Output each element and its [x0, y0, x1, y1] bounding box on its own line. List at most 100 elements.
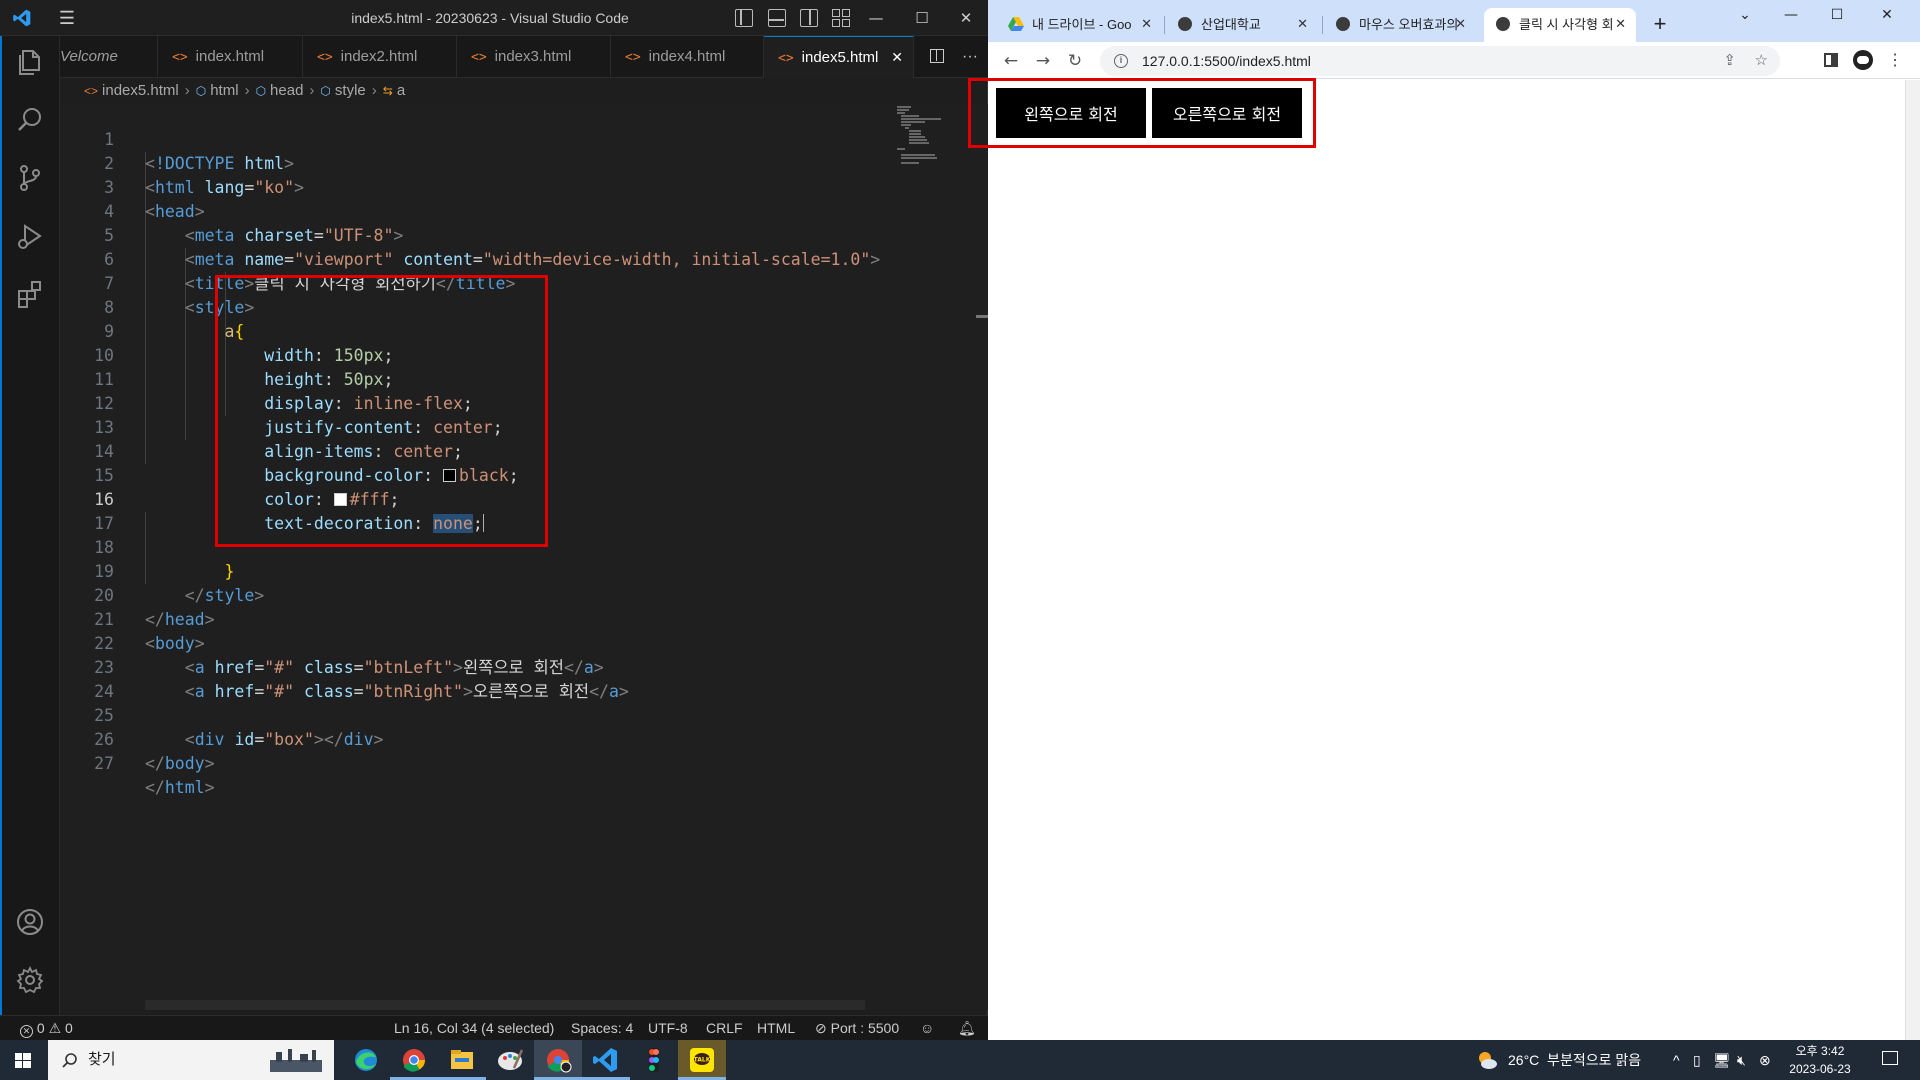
address-bar[interactable]: i 127.0.0.1:5500/index5.html ⇪ ☆: [1100, 46, 1780, 76]
weather-text[interactable]: 26°C 부분적으로 맑음: [1508, 1040, 1641, 1080]
breadcrumb-item[interactable]: a: [397, 82, 405, 99]
chrome-tab[interactable]: 산업대학교 ✕: [1166, 8, 1318, 42]
tab-search-chevron-icon[interactable]: ⌄: [1722, 0, 1768, 30]
vscode-window: ☰ index5.html - 20230623 - Visual Studio…: [0, 0, 988, 1040]
edge-icon[interactable]: [342, 1040, 390, 1080]
no-entry-icon: ⊘: [815, 1020, 827, 1036]
reload-icon[interactable]: ↻: [1060, 46, 1090, 76]
code-line: 25 <div id="box"></div>: [60, 680, 960, 749]
breadcrumb-item[interactable]: style: [335, 82, 366, 99]
kakaotalk-icon[interactable]: TALK: [678, 1040, 726, 1080]
taskbar-search-box[interactable]: 찾기: [48, 1040, 334, 1080]
menu-icon[interactable]: ☰: [56, 8, 78, 28]
profile-avatar-icon[interactable]: [1848, 46, 1878, 76]
notification-center-icon[interactable]: [1882, 1051, 1898, 1065]
toggle-secondary-sidebar-icon[interactable]: [800, 9, 818, 27]
breadcrumb-item[interactable]: index5.html: [102, 82, 179, 99]
paint-icon[interactable]: [486, 1040, 534, 1080]
notifications-bell-icon[interactable]: 🔔︎: [958, 1016, 976, 1040]
chrome-icon[interactable]: [390, 1040, 438, 1080]
chrome-tab-title: 내 드라이브 - Goo: [1032, 17, 1132, 32]
vscode-logo-icon[interactable]: [11, 8, 33, 28]
breadcrumb-item[interactable]: html: [210, 82, 238, 99]
tab-separator: [1322, 16, 1323, 34]
breadcrumb-item[interactable]: head: [270, 82, 303, 99]
tab-index3-html[interactable]: <> index3.html: [457, 36, 611, 78]
chrome-menu-icon[interactable]: ⋮: [1880, 46, 1910, 76]
run-debug-icon[interactable]: [14, 220, 46, 252]
indentation-status[interactable]: Spaces: 4: [571, 1016, 633, 1040]
problems-status[interactable]: ✕ 0 ⚠ 0: [20, 1016, 73, 1040]
code-editor[interactable]: 1 <!DOCTYPE html> 2 <html lang="ko"> 3 <…: [60, 104, 976, 1010]
cursor-position[interactable]: Ln 16, Col 34 (4 selected): [394, 1016, 554, 1040]
chrome-tab-active[interactable]: 클릭 시 사각형 회 ✕: [1484, 8, 1636, 42]
code-line: 3 <head>: [60, 152, 960, 221]
maximize-button[interactable]: ☐: [1814, 0, 1860, 30]
side-panel-icon[interactable]: [1816, 46, 1846, 76]
toggle-primary-sidebar-icon[interactable]: [735, 9, 753, 27]
maximize-button[interactable]: ☐: [900, 0, 944, 36]
chrome-tab[interactable]: 마우스 오버효과의 ✕: [1324, 8, 1476, 42]
windows-start-icon[interactable]: [0, 1040, 46, 1080]
status-x-icon[interactable]: ⊗: [1759, 1040, 1771, 1080]
explorer-icon[interactable]: [14, 46, 46, 78]
search-highlight-illustration-icon: [270, 1049, 322, 1072]
back-arrow-icon[interactable]: ←: [996, 46, 1026, 76]
weather-icon[interactable]: [1476, 1049, 1498, 1071]
bookmark-star-icon[interactable]: ☆: [1755, 46, 1768, 76]
tab-welcome[interactable]: Velcome: [60, 36, 158, 78]
share-icon[interactable]: ⇪: [1723, 46, 1736, 76]
close-icon[interactable]: ✕: [891, 37, 903, 78]
close-tab-icon[interactable]: ✕: [1297, 8, 1308, 42]
minimize-button[interactable]: —: [854, 0, 898, 36]
minimize-button[interactable]: —: [1768, 0, 1814, 30]
language-mode[interactable]: HTML: [757, 1016, 795, 1040]
extensions-icon[interactable]: [14, 278, 46, 310]
line-number: 27: [94, 754, 114, 773]
chevron-right-icon: ›: [309, 82, 315, 99]
network-icon[interactable]: 🖥︎: [1713, 1040, 1731, 1080]
live-server-status[interactable]: ⊘ Port : 5500: [815, 1016, 899, 1040]
device-icon[interactable]: ▯: [1693, 1040, 1701, 1080]
accounts-icon[interactable]: [14, 906, 46, 938]
html-file-icon: <>: [471, 50, 487, 65]
clock[interactable]: 오후 3:42 2023-06-23: [1780, 1042, 1860, 1078]
figma-icon[interactable]: [630, 1040, 678, 1080]
site-info-icon[interactable]: i: [1114, 54, 1128, 68]
minimap[interactable]: [895, 104, 965, 164]
editor-horizontal-scrollbar[interactable]: [145, 1000, 865, 1010]
feedback-icon[interactable]: ☺: [920, 1016, 934, 1040]
vscode-icon[interactable]: [582, 1040, 630, 1080]
page-scrollbar[interactable]: [1905, 80, 1920, 1040]
warning-icon: ⚠: [48, 1020, 62, 1036]
split-editor-icon[interactable]: [929, 49, 944, 63]
toggle-panel-icon[interactable]: [768, 9, 786, 27]
more-actions-icon[interactable]: ···: [962, 48, 978, 65]
close-button[interactable]: ✕: [944, 0, 988, 36]
tab-index5-html[interactable]: <> index5.html ✕: [764, 36, 914, 78]
editor-vertical-scrollbar[interactable]: [976, 104, 988, 1010]
window-title: index5.html - 20230623 - Visual Studio C…: [351, 10, 629, 26]
close-tab-icon[interactable]: ✕: [1615, 8, 1626, 42]
tab-index-html[interactable]: <> index.html: [158, 36, 303, 78]
settings-gear-icon[interactable]: [14, 964, 46, 996]
forward-arrow-icon[interactable]: →: [1028, 46, 1058, 76]
volume-muted-icon[interactable]: 🔇︎: [1737, 1040, 1746, 1080]
eol-status[interactable]: CRLF: [706, 1016, 743, 1040]
tab-index4-html[interactable]: <> index4.html: [611, 36, 764, 78]
tab-index2-html[interactable]: <> index2.html: [303, 36, 457, 78]
chrome-toolbar: ← → ↻ i 127.0.0.1:5500/index5.html ⇪ ☆ ⋮: [988, 42, 1920, 79]
encoding-status[interactable]: UTF-8: [648, 1016, 688, 1040]
close-tab-icon[interactable]: ✕: [1141, 8, 1152, 42]
close-tab-icon[interactable]: ✕: [1455, 8, 1466, 42]
chrome-profile-icon[interactable]: [534, 1040, 582, 1080]
new-tab-button[interactable]: +: [1646, 10, 1674, 38]
customize-layout-icon[interactable]: [832, 9, 850, 27]
source-control-icon[interactable]: [14, 162, 46, 194]
chrome-tab[interactable]: 내 드라이브 - Goo ✕: [996, 8, 1162, 42]
search-icon[interactable]: [14, 104, 46, 136]
close-button[interactable]: ✕: [1864, 0, 1910, 30]
show-hidden-icons-chevron-icon[interactable]: ^: [1673, 1040, 1680, 1080]
file-explorer-icon[interactable]: [438, 1040, 486, 1080]
url-text[interactable]: 127.0.0.1:5500/index5.html: [1142, 46, 1311, 76]
